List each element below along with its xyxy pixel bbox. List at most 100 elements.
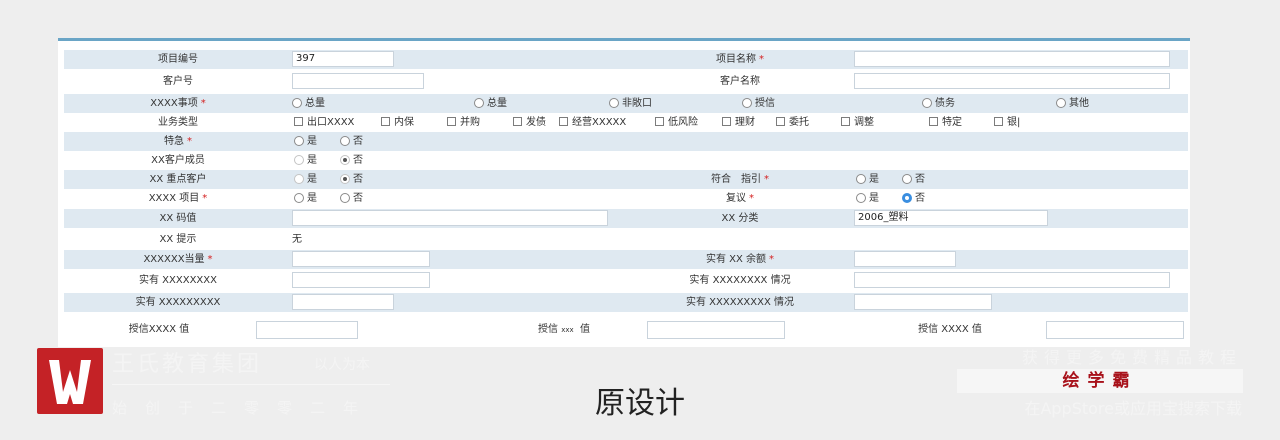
label-code-value: XX 码值 [159, 213, 197, 224]
project-name-input[interactable] [854, 51, 1170, 67]
label-category: XX 分类 [721, 213, 759, 224]
matter-option-3[interactable]: 非敞口 [609, 94, 652, 113]
row-key-customer: XX 重点客户 是 否 符合 指引 * 是 否 [64, 170, 1188, 189]
matter-option-5[interactable]: 债务 [922, 94, 955, 113]
row-project-flag: XXXX 项目 * 是 否 复议 * 是 否 [64, 189, 1188, 208]
matter-option-1[interactable]: 总量 [292, 94, 325, 113]
row-project-id: 项目编号 397 项目名称 * [64, 50, 1188, 69]
checkbox-icon [994, 117, 1003, 126]
biz-option-1[interactable]: 出口XXXX [294, 113, 354, 132]
label-credit-1: 授信XXXX 值 [128, 324, 190, 335]
radio-icon [902, 174, 912, 184]
customer-name-input[interactable] [854, 73, 1170, 89]
biz-option-5[interactable]: 经营XXXXX [559, 113, 626, 132]
promo-line-2: 在AppStore或应用宝搜索下载 [1024, 399, 1242, 418]
project-id-input[interactable]: 397 [292, 51, 394, 67]
radio-icon [922, 98, 932, 108]
credit-1-input[interactable] [256, 321, 358, 339]
guideline-no[interactable]: 否 [902, 170, 925, 189]
promo-line-1: 获得更多免费精品教程 [1021, 348, 1242, 367]
radio-icon [294, 193, 304, 203]
label-balance: 实有 XX 余额 * [705, 254, 775, 265]
radio-icon [294, 136, 304, 146]
radio-icon [340, 155, 350, 165]
biz-option-6[interactable]: 低风险 [655, 113, 698, 132]
matter-option-4[interactable]: 授信 [742, 94, 775, 113]
urgent-yes[interactable]: 是 [294, 132, 317, 151]
row-equivalent: XXXXXX当量 * 实有 XX 余额 * [64, 250, 1188, 269]
biz-option-10[interactable]: 特定 [929, 113, 962, 132]
credit-2-input[interactable] [647, 321, 785, 339]
radio-icon [294, 155, 304, 165]
member-yes[interactable]: 是 [294, 151, 317, 170]
urgent-no[interactable]: 否 [340, 132, 363, 151]
promo-app-name: 绘学霸 [957, 369, 1243, 393]
guideline-yes[interactable]: 是 [856, 170, 879, 189]
code-value-input[interactable] [292, 210, 608, 226]
label-actual-1-status: 实有 XXXXXXXX 情况 [689, 275, 791, 286]
radio-icon [294, 174, 304, 184]
key-customer-no[interactable]: 否 [340, 170, 363, 189]
checkbox-icon [513, 117, 522, 126]
biz-option-3[interactable]: 并购 [447, 113, 480, 132]
label-review: 复议 * [726, 193, 754, 204]
label-business-type: 业务类型 [158, 117, 198, 128]
actual-2-status-input[interactable] [854, 294, 992, 310]
checkbox-icon [655, 117, 664, 126]
radio-icon [742, 98, 752, 108]
label-actual-1: 实有 XXXXXXXX [139, 275, 217, 286]
checkbox-icon [722, 117, 731, 126]
radio-icon [474, 98, 484, 108]
label-project-flag: XXXX 项目 * [148, 193, 208, 204]
project-flag-no[interactable]: 否 [340, 189, 363, 208]
checkbox-icon [929, 117, 938, 126]
label-matter: XXXX事项 * [150, 98, 206, 109]
checkbox-icon [776, 117, 785, 126]
review-yes[interactable]: 是 [856, 189, 879, 208]
label-urgent: 特急 * [164, 136, 192, 147]
row-business-type: 业务类型 出口XXXX 内保 并购 发债 经营XXXXX 低风险 理财 委托 调… [64, 113, 1188, 132]
review-no[interactable]: 否 [902, 189, 925, 208]
actual-1-status-input[interactable] [854, 272, 1170, 288]
actual-2-input[interactable] [292, 294, 394, 310]
label-key-customer: XX 重点客户 [149, 174, 207, 185]
biz-option-2[interactable]: 内保 [381, 113, 414, 132]
radio-icon [340, 174, 350, 184]
matter-option-2[interactable]: 总量 [474, 94, 507, 113]
biz-option-7[interactable]: 理财 [722, 113, 755, 132]
checkbox-icon [559, 117, 568, 126]
checkbox-icon [447, 117, 456, 126]
checkbox-icon [841, 117, 850, 126]
radio-icon [609, 98, 619, 108]
hint-value: 无 [292, 234, 302, 245]
label-equivalent: XXXXXX当量 * [143, 254, 213, 265]
label-customer-name: 客户名称 [720, 76, 760, 87]
category-input[interactable]: 2006_塑料 [854, 210, 1048, 226]
project-flag-yes[interactable]: 是 [294, 189, 317, 208]
org-name: 王氏教育集团 [112, 352, 263, 377]
label-credit-3: 授信 XXXX 值 [918, 324, 982, 335]
checkbox-icon [294, 117, 303, 126]
customer-no-input[interactable] [292, 73, 424, 89]
label-hint: XX 提示 [159, 234, 197, 245]
biz-option-9[interactable]: 调整 [841, 113, 874, 132]
biz-option-11[interactable]: 银| [994, 113, 1020, 132]
balance-input[interactable] [854, 251, 956, 267]
member-no[interactable]: 否 [340, 151, 363, 170]
checkbox-icon [381, 117, 390, 126]
radio-icon [856, 174, 866, 184]
row-code-value: XX 码值 XX 分类 2006_塑料 [64, 209, 1188, 228]
label-project-name: 项目名称 * [716, 54, 764, 65]
row-urgent: 特急 * 是 否 [64, 132, 1188, 151]
credit-3-input[interactable] [1046, 321, 1184, 339]
row-credit-values: 授信XXXX 值 授信 xxx 值 授信 XXXX 值 [64, 319, 1188, 341]
biz-option-4[interactable]: 发债 [513, 113, 546, 132]
project-form: 项目编号 397 项目名称 * 客户号 客户名称 XXXX事项 * 总量 总量 非敞… [58, 38, 1190, 347]
key-customer-yes[interactable]: 是 [294, 170, 317, 189]
biz-option-8[interactable]: 委托 [776, 113, 809, 132]
radio-icon [1056, 98, 1066, 108]
actual-1-input[interactable] [292, 272, 430, 288]
equivalent-input[interactable] [292, 251, 430, 267]
radio-icon [856, 193, 866, 203]
matter-option-6[interactable]: 其他 [1056, 94, 1089, 113]
